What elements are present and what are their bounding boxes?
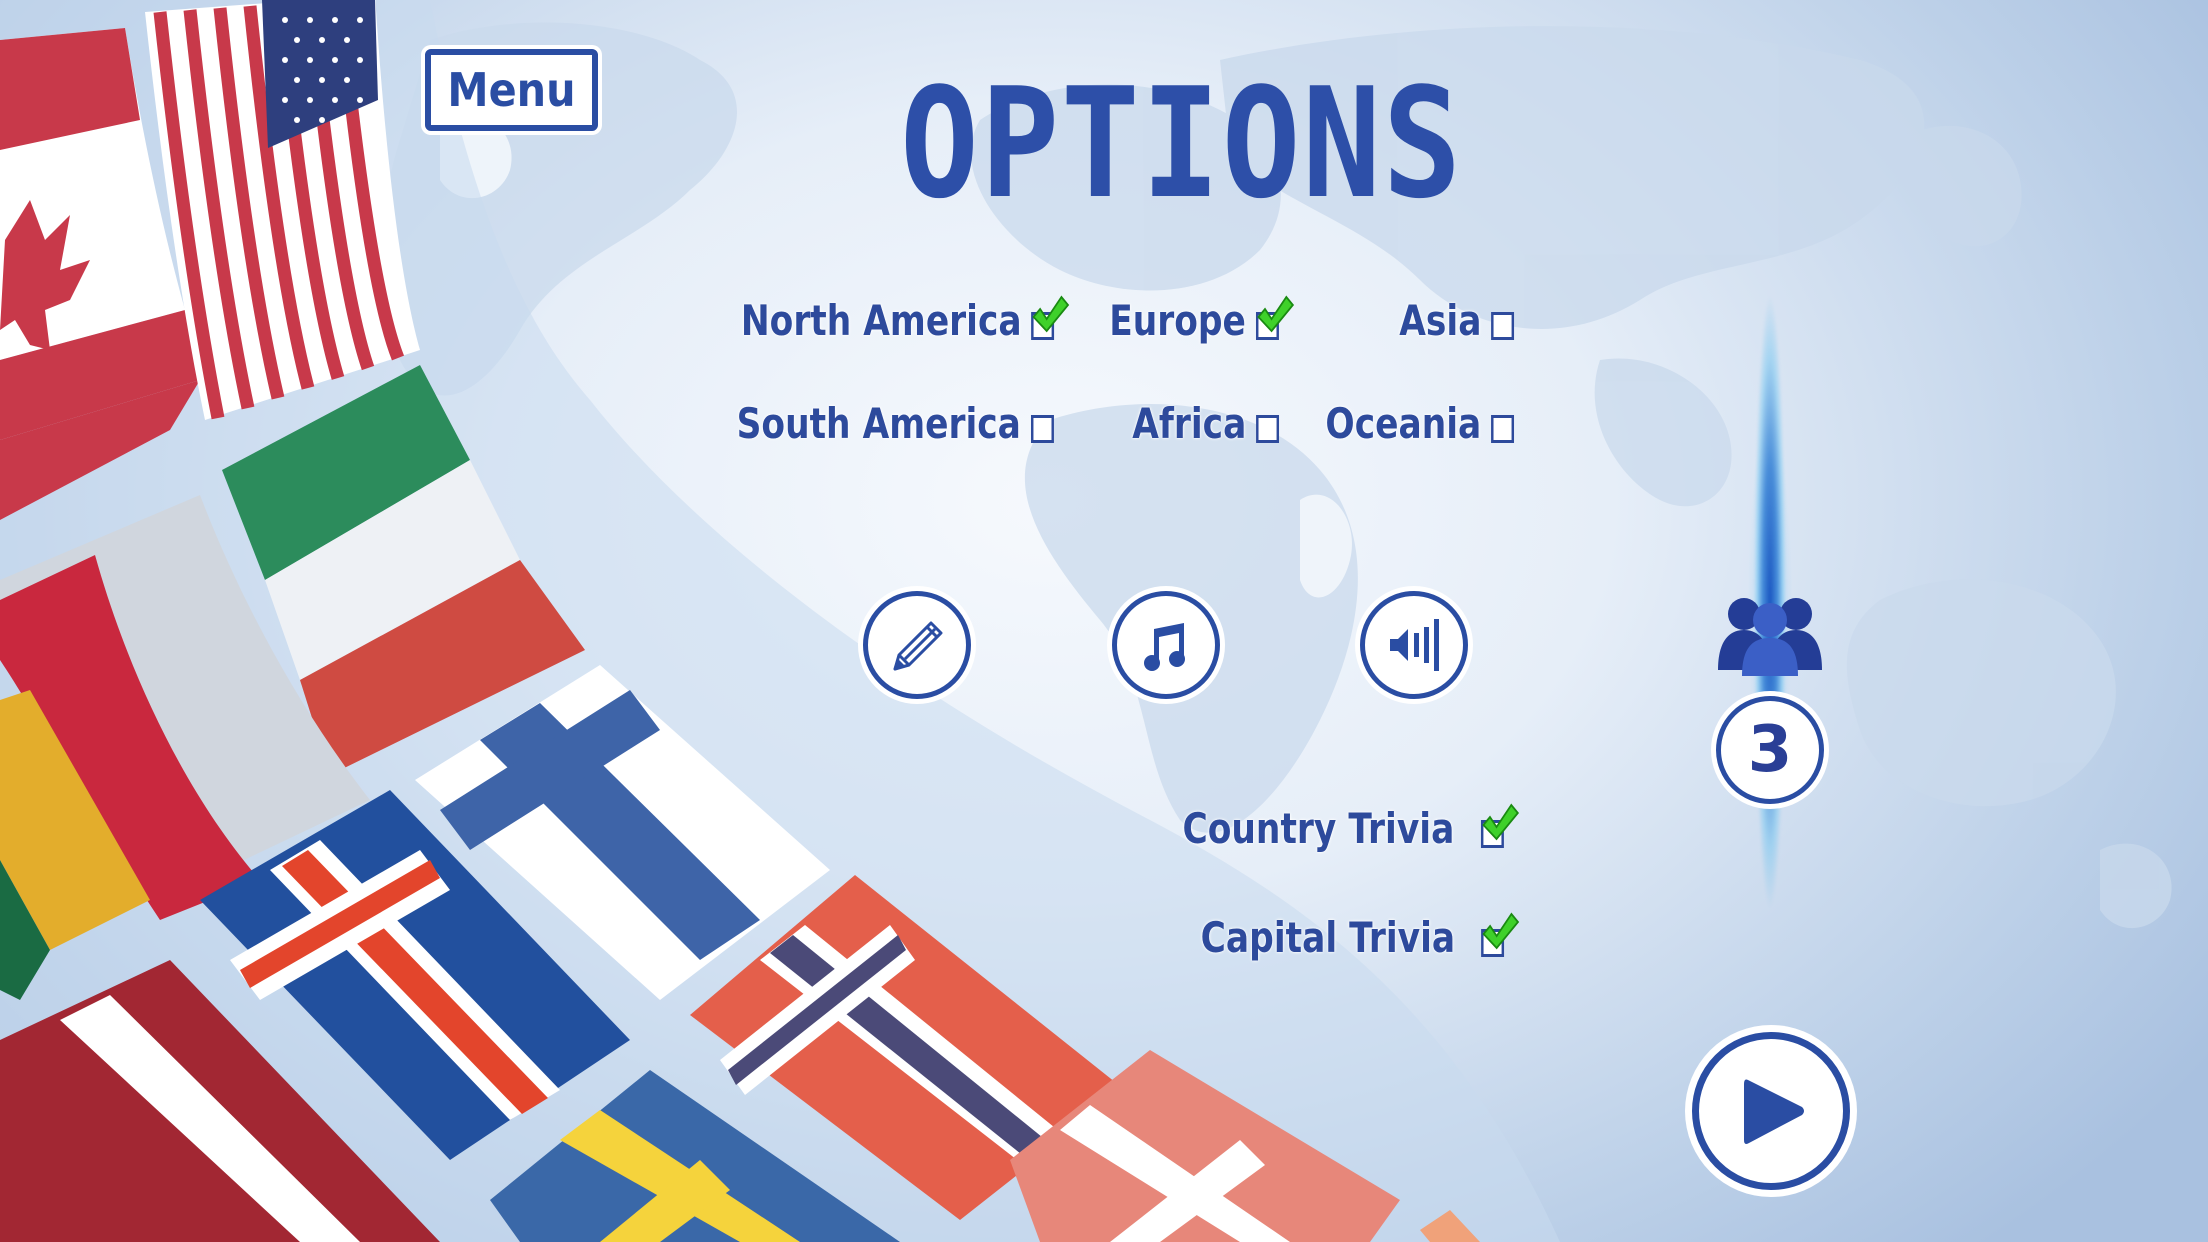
checkbox-capital-trivia[interactable] [1481,912,1520,957]
checkbox-south-america[interactable] [1031,414,1054,443]
volume-icon [1390,619,1439,671]
checkbox-asia[interactable] [1491,311,1514,340]
menu-button[interactable]: Menu [425,49,598,131]
checkmark-icon [1257,295,1295,332]
checkbox-country-trivia[interactable] [1481,803,1520,848]
checkbox-africa[interactable] [1256,414,1279,443]
region-label: South America [736,399,1022,448]
checkmark-icon [1482,912,1520,949]
region-label: Oceania [1325,399,1482,448]
region-option-asia[interactable]: Asia [1399,296,1514,345]
region-option-north-america[interactable]: North America [740,295,1070,345]
play-icon [1744,1079,1804,1144]
region-label: Asia [1398,296,1482,345]
music-toggle-button[interactable] [1112,591,1220,699]
play-button[interactable] [1692,1032,1850,1190]
checkbox-oceania[interactable] [1491,414,1514,443]
region-option-oceania[interactable]: Oceania [1325,399,1514,448]
trivia-option-capital[interactable]: Capital Trivia [1200,912,1520,962]
region-option-africa[interactable]: Africa [1132,399,1279,448]
region-label: Africa [1132,399,1247,448]
checkbox-europe[interactable] [1256,295,1295,340]
trivia-label: Country Trivia [1182,804,1455,853]
region-label: North America [740,296,1022,345]
region-option-europe[interactable]: Europe [1109,295,1295,345]
music-note-icon [1144,623,1185,671]
region-label: Europe [1109,296,1247,345]
trivia-label: Capital Trivia [1200,913,1455,962]
region-option-south-america[interactable]: South America [737,399,1054,448]
checkmark-icon [1482,803,1520,840]
pencil-icon [893,621,943,671]
checkmark-icon [1032,295,1070,332]
players-group-icon[interactable] [1714,588,1826,684]
player-count-badge[interactable]: 3 [1716,696,1824,804]
page-title: OPTIONS [900,55,1464,232]
checkbox-north-america[interactable] [1031,295,1070,340]
edit-settings-button[interactable] [863,591,971,699]
trivia-option-country[interactable]: Country Trivia [1182,803,1520,853]
sound-toggle-button[interactable] [1360,591,1468,699]
